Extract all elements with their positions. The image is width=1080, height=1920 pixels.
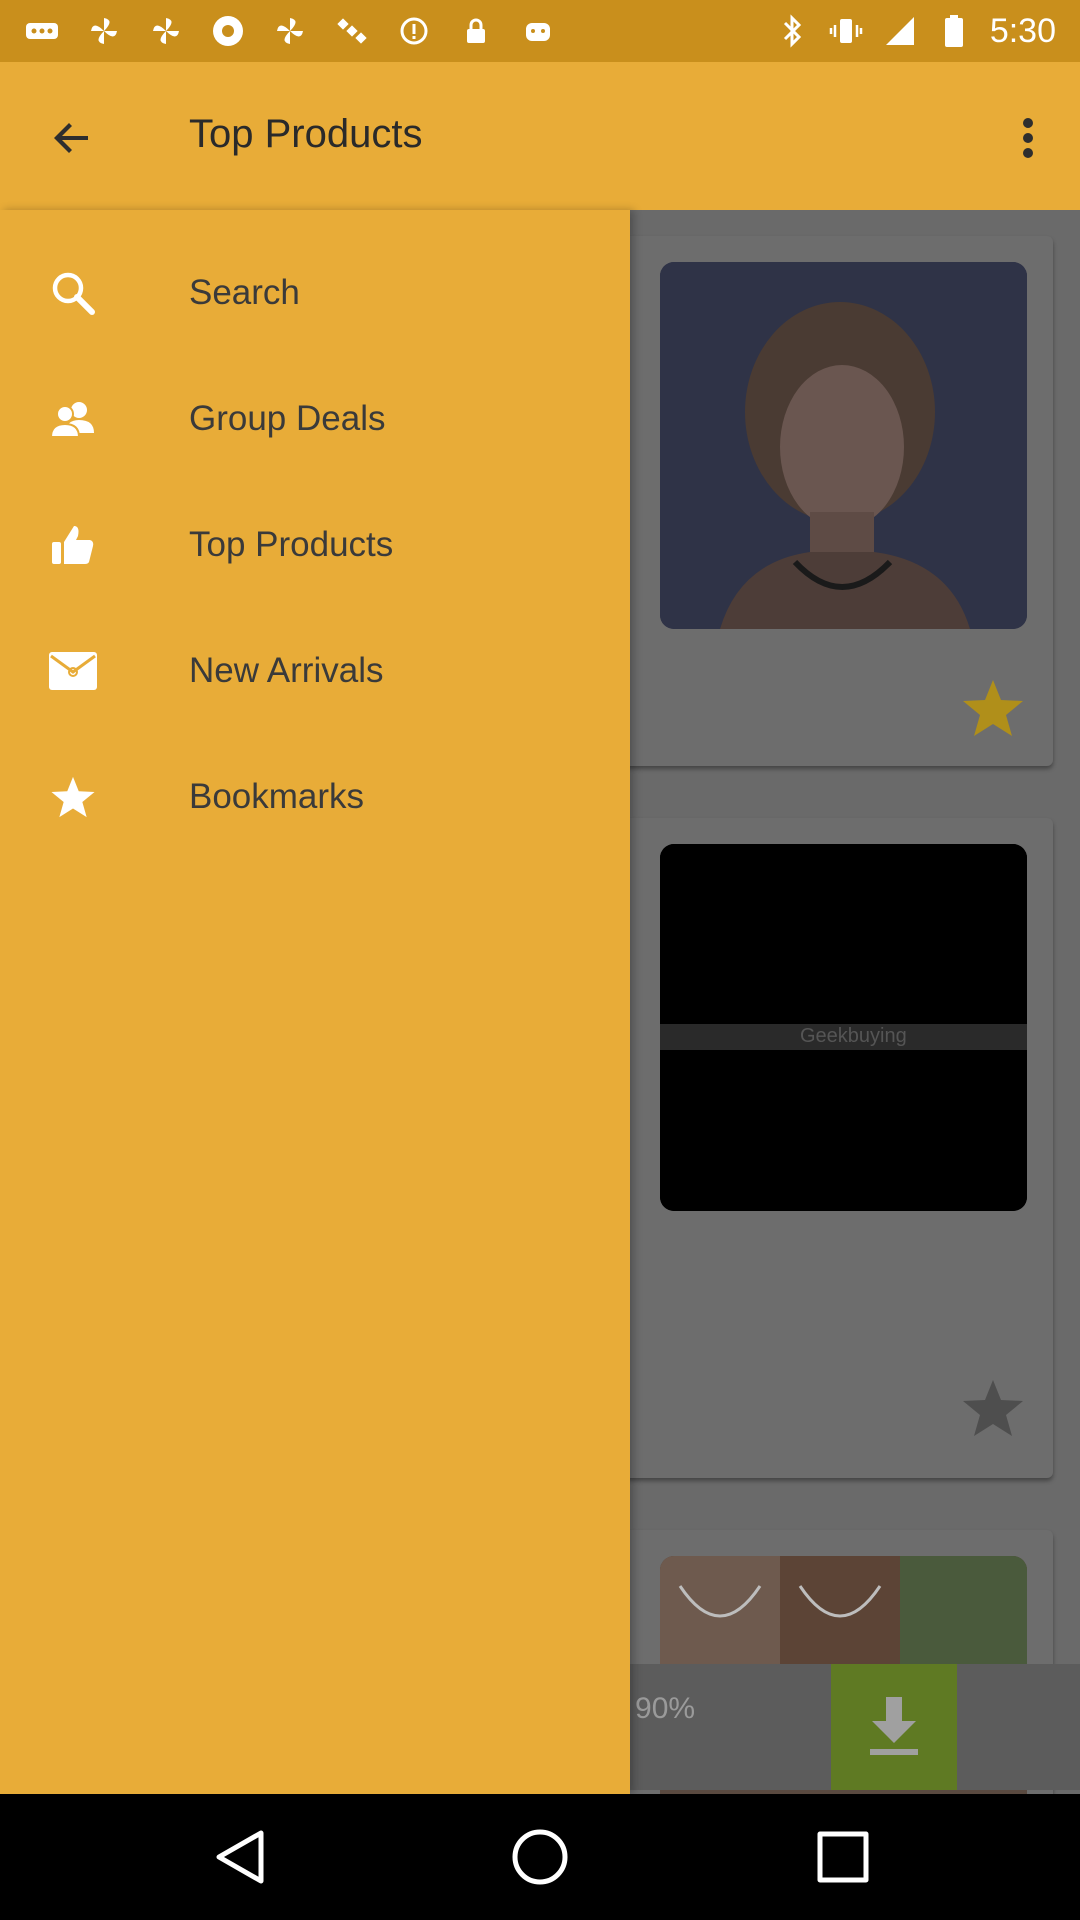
ad-download-button[interactable] (831, 1664, 957, 1790)
signal-icon (882, 13, 918, 49)
drawer-item-label: New Arrivals (189, 651, 384, 690)
satellite-icon (334, 13, 370, 49)
navigation-drawer: Search Group Deals Top Products New Arri… (0, 210, 630, 1794)
image-brand-text: Geekbuying (800, 1025, 907, 1047)
arrow-back-icon (54, 123, 88, 153)
lock-icon (458, 13, 494, 49)
drawer-item-label: Top Products (189, 525, 394, 564)
page-title: Top Products (189, 112, 423, 156)
drawer-item-label: Bookmarks (189, 777, 365, 816)
more-dots-icon (24, 13, 60, 49)
fan-icon (148, 13, 184, 49)
system-navigation-bar (0, 1794, 1080, 1920)
envelope-icon (48, 646, 98, 696)
download-icon (870, 1697, 918, 1755)
nav-back-button[interactable] (210, 1827, 270, 1887)
group-icon (48, 394, 98, 444)
drawer-item-search[interactable]: Search (0, 230, 630, 356)
search-icon (48, 268, 98, 318)
drawer-item-label: Search (189, 273, 300, 312)
star-icon (48, 772, 98, 822)
back-button[interactable] (40, 106, 104, 170)
drawer-item-group-deals[interactable]: Group Deals (0, 356, 630, 482)
product-image[interactable] (660, 262, 1027, 629)
info-circle-icon (396, 13, 432, 49)
app-bar: Top Products (0, 62, 1080, 210)
more-vert-icon (1023, 118, 1033, 158)
android-icon (520, 13, 556, 49)
battery-icon (936, 13, 972, 49)
nav-recents-icon (817, 1831, 869, 1883)
bookmark-star-icon[interactable] (961, 1376, 1025, 1440)
fan-icon (86, 13, 122, 49)
overflow-menu-button[interactable] (996, 106, 1060, 170)
product-image[interactable]: Geekbuying (660, 844, 1027, 1211)
fake-gps-icon (210, 13, 246, 49)
clock: 5:30 (989, 11, 1056, 50)
bookmark-star-icon[interactable] (961, 676, 1025, 740)
vibrate-icon (828, 13, 864, 49)
system-status: 5:30 (774, 12, 1056, 51)
notification-icons (24, 13, 556, 49)
status-bar: 5:30 (0, 0, 1080, 62)
bluetooth-icon (774, 13, 810, 49)
nav-back-icon (216, 1830, 264, 1884)
drawer-item-bookmarks[interactable]: Bookmarks (0, 734, 630, 860)
nav-recents-button[interactable] (813, 1827, 873, 1887)
drawer-item-top-products[interactable]: Top Products (0, 482, 630, 608)
thumbs-up-icon (48, 520, 98, 570)
nav-home-icon (512, 1829, 568, 1885)
fan-icon (272, 13, 308, 49)
drawer-item-label: Group Deals (189, 399, 386, 438)
nav-home-button[interactable] (510, 1827, 570, 1887)
drawer-item-new-arrivals[interactable]: New Arrivals (0, 608, 630, 734)
